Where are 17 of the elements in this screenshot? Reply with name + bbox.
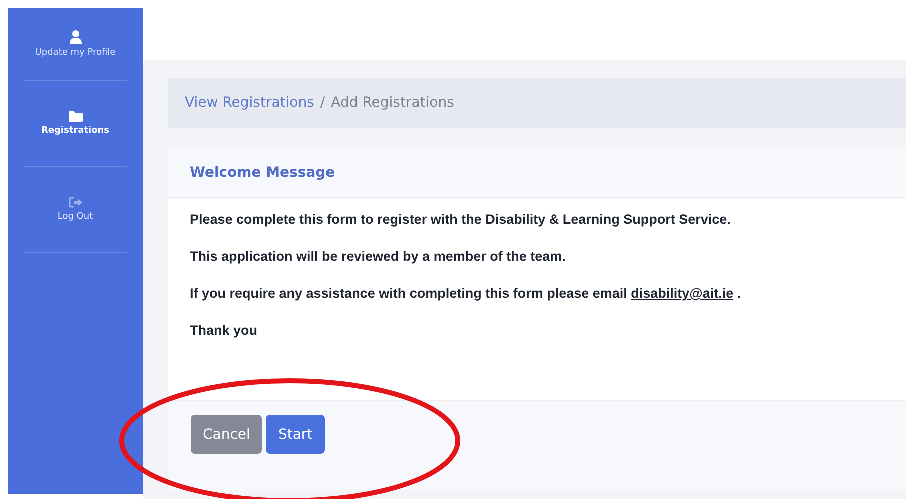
user-icon (70, 30, 82, 44)
start-button[interactable]: Start (266, 415, 325, 454)
breadcrumb-link[interactable]: View Registrations (185, 95, 314, 111)
card-title: Welcome Message (190, 164, 336, 180)
breadcrumb-separator: / (320, 95, 326, 111)
sidebar-item[interactable]: Update my Profile (24, 8, 127, 81)
logout-icon (68, 197, 82, 208)
message-text: If you require any assistance with completing this form please email disability@ait.ie . (190, 286, 742, 301)
sidebar-item[interactable]: Registrations (24, 81, 127, 167)
folder-icon (68, 111, 82, 122)
sidebar-item[interactable]: Log Out (24, 167, 127, 253)
breadcrumb-current: Add Registrations (331, 95, 454, 111)
email-link[interactable]: disability@ait.ie (631, 286, 734, 301)
message-text: Thank you (190, 323, 259, 338)
message-text: This application will be reviewed by a member of the team. (190, 249, 567, 264)
message-text: Please complete this form to register with the Disability & Learning Support Service. (190, 212, 732, 227)
cancel-button[interactable]: Cancel (191, 415, 262, 454)
